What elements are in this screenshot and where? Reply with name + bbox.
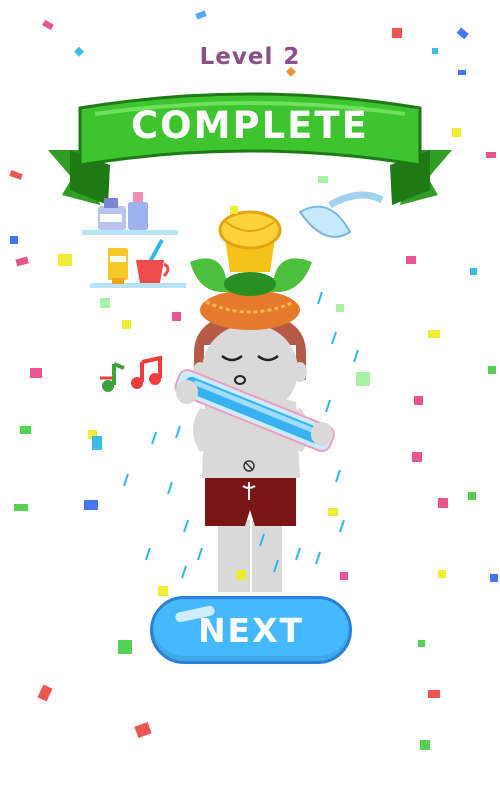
next-button-label: NEXT: [197, 610, 305, 650]
level-number: 2: [283, 44, 301, 70]
level-label: Level: [199, 44, 274, 70]
confetti-streaks: [123, 291, 359, 579]
level-title: Level 2: [0, 44, 500, 70]
game-screen: Level 2 COMPLETE NEXT: [0, 0, 500, 800]
complete-banner-text: COMPLETE: [131, 104, 369, 147]
next-button[interactable]: NEXT: [150, 596, 352, 664]
